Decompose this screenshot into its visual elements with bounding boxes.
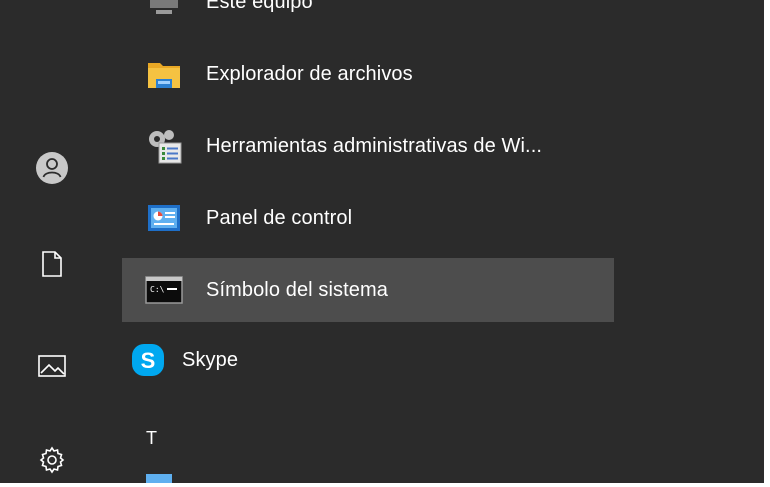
folder-icon xyxy=(144,54,184,94)
app-item-skype[interactable]: S Skype xyxy=(104,328,596,392)
app-item-panel-control[interactable]: Panel de control xyxy=(122,186,614,250)
app-list: Este equipo Explorador de archivos Herra… xyxy=(104,0,764,483)
document-icon xyxy=(42,251,62,277)
start-rail xyxy=(0,0,104,483)
group-letter-t[interactable]: T xyxy=(146,428,157,449)
settings-button[interactable] xyxy=(28,436,76,483)
documents-button[interactable] xyxy=(28,240,76,288)
app-label: Símbolo del sistema xyxy=(206,278,388,301)
user-icon xyxy=(36,152,68,184)
pictures-icon xyxy=(38,355,66,377)
start-menu: Este equipo Explorador de archivos Herra… xyxy=(0,0,764,483)
user-account-button[interactable] xyxy=(28,144,76,192)
app-item-este-equipo[interactable]: Este equipo xyxy=(122,0,614,34)
app-label: Este equipo xyxy=(206,0,313,13)
computer-icon xyxy=(144,0,184,22)
svg-text:C:\: C:\ xyxy=(150,285,165,294)
admin-tools-icon xyxy=(144,126,184,166)
svg-text:S: S xyxy=(141,348,156,373)
app-item-herramientas[interactable]: Herramientas administrativas de Wi... xyxy=(122,114,614,178)
command-prompt-icon: C:\ xyxy=(144,270,184,310)
app-item-explorador[interactable]: Explorador de archivos xyxy=(122,42,614,106)
pictures-button[interactable] xyxy=(28,342,76,390)
control-panel-icon xyxy=(144,198,184,238)
partial-app-icon xyxy=(146,474,172,483)
app-item-simbolo-sistema[interactable]: C:\ Símbolo del sistema xyxy=(122,258,614,322)
app-label: Herramientas administrativas de Wi... xyxy=(206,134,543,157)
app-label: Explorador de archivos xyxy=(206,62,413,85)
app-label: Skype xyxy=(182,348,239,371)
skype-icon: S xyxy=(128,340,168,380)
gear-icon xyxy=(39,446,65,474)
app-label: Panel de control xyxy=(206,206,353,229)
